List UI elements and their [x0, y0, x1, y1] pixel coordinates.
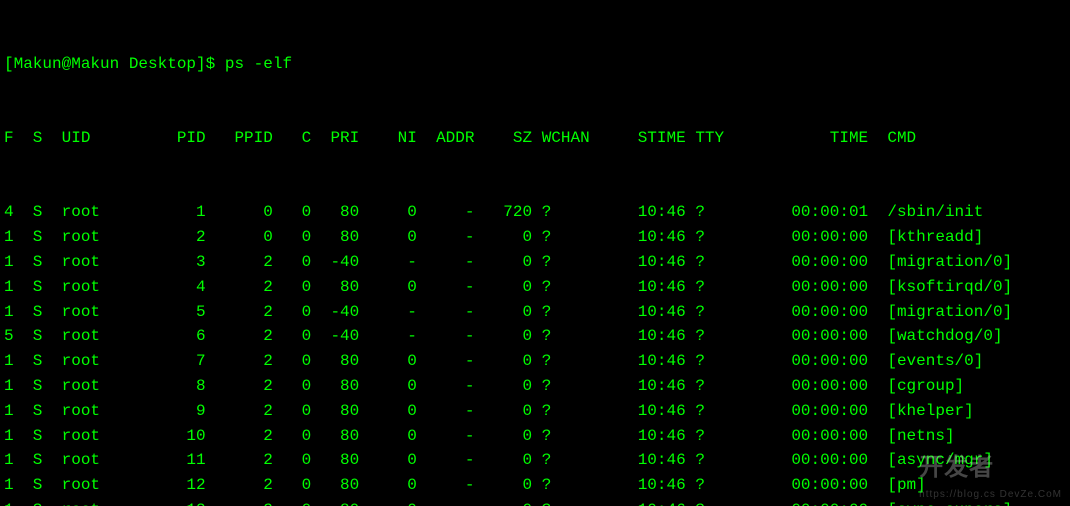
ps-header-row: F S UID PID PPID C PRI NI ADDR SZ WCHAN … [4, 126, 1066, 151]
ps-rows: 4 S root 1 0 0 80 0 - 720 ? 10:46 ? 00:0… [4, 200, 1066, 506]
ps-row: 1 S root 7 2 0 80 0 - 0 ? 10:46 ? 00:00:… [4, 349, 1066, 374]
terminal-output[interactable]: [Makun@Makun Desktop]$ ps -elf F S UID P… [0, 0, 1070, 506]
ps-row: 4 S root 1 0 0 80 0 - 720 ? 10:46 ? 00:0… [4, 200, 1066, 225]
ps-row: 1 S root 8 2 0 80 0 - 0 ? 10:46 ? 00:00:… [4, 374, 1066, 399]
ps-row: 1 S root 5 2 0 -40 - - 0 ? 10:46 ? 00:00… [4, 300, 1066, 325]
shell-prompt: [Makun@Makun Desktop]$ [4, 55, 225, 73]
ps-row: 1 S root 4 2 0 80 0 - 0 ? 10:46 ? 00:00:… [4, 275, 1066, 300]
typed-command: ps -elf [225, 55, 292, 73]
ps-row: 1 S root 3 2 0 -40 - - 0 ? 10:46 ? 00:00… [4, 250, 1066, 275]
ps-row: 1 S root 9 2 0 80 0 - 0 ? 10:46 ? 00:00:… [4, 399, 1066, 424]
ps-row: 1 S root 10 2 0 80 0 - 0 ? 10:46 ? 00:00… [4, 424, 1066, 449]
ps-row: 1 S root 2 0 0 80 0 - 0 ? 10:46 ? 00:00:… [4, 225, 1066, 250]
ps-row: 1 S root 12 2 0 80 0 - 0 ? 10:46 ? 00:00… [4, 473, 1066, 498]
ps-row: 1 S root 11 2 0 80 0 - 0 ? 10:46 ? 00:00… [4, 448, 1066, 473]
prompt-line: [Makun@Makun Desktop]$ ps -elf [4, 52, 1066, 77]
ps-row: 1 S root 13 2 0 80 0 - 0 ? 10:46 ? 00:00… [4, 498, 1066, 506]
ps-row: 5 S root 6 2 0 -40 - - 0 ? 10:46 ? 00:00… [4, 324, 1066, 349]
